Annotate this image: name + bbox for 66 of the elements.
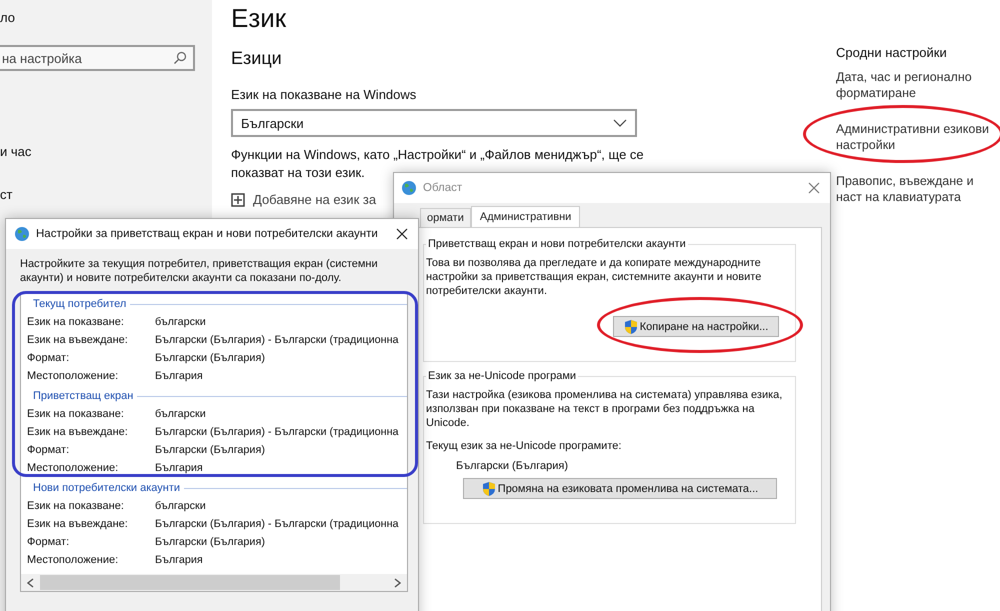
current-language-value: Български (България) [456, 460, 569, 472]
section-title: Езици [231, 48, 283, 69]
setting-label: Език на показване: [27, 408, 125, 420]
close-icon[interactable] [396, 228, 408, 240]
description-text: Тази настройка (езикова променлива на системата) управлява езика, използван при показване на текст в програми без поддръжка на Unicode. [426, 388, 784, 430]
globe-icon [401, 180, 417, 196]
setting-value: Български (България) - Български (традиционна [155, 334, 399, 346]
setting-label: Формат: [27, 444, 70, 456]
related-link[interactable]: Административни езикови настройки [836, 121, 1000, 153]
chevron-right-icon[interactable] [394, 578, 401, 588]
setting-label: Език на показване: [27, 500, 125, 512]
horizontal-scrollbar[interactable] [21, 574, 407, 591]
shield-icon [482, 480, 496, 496]
shield-icon [624, 318, 638, 334]
setting-value: български [155, 316, 206, 328]
related-link[interactable]: Дата, час и регионално форматиране [836, 69, 1000, 101]
tab[interactable]: Административни [470, 206, 580, 227]
chevron-left-icon[interactable] [27, 578, 34, 588]
scrollbar-thumb[interactable] [40, 575, 340, 590]
window-title: Настройки за приветстващ екран и нови потребителски акаунти [36, 228, 379, 240]
field-label: Език на показване на Windows [231, 87, 418, 102]
setting-value: България [155, 554, 203, 566]
setting-label: Формат: [27, 352, 70, 364]
related-link[interactable]: Правопис, въвеждане и наст на клавиатурата [836, 173, 1000, 205]
setting-label: Местоположение: [27, 462, 120, 474]
plus-icon [231, 192, 245, 206]
setting-value: Български (България) [155, 444, 265, 456]
setting-value: България [155, 370, 203, 382]
setting-value: български [155, 408, 206, 420]
globe-icon [14, 226, 30, 242]
setting-label: Език на показване: [27, 316, 125, 328]
setting-label: Език на въвеждане: [27, 426, 129, 438]
description-text: Функции на Windows, като „Настройки“ и „Файлов мениджър“, ще се показват на този език. [231, 146, 645, 182]
current-language-label: Текущ език за не-Unicode програмите: [426, 440, 622, 452]
sidebar-item[interactable]: ст [0, 187, 212, 202]
setting-value: Български (България) - Български (традиционна [155, 518, 399, 530]
tab[interactable]: ормати [420, 208, 471, 227]
setting-label: Местоположение: [27, 554, 120, 566]
sidebar-item[interactable]: и час [0, 144, 212, 159]
setting-label: Език на въвеждане: [27, 518, 129, 530]
add-language-link[interactable]: Добавяне на език за [253, 192, 376, 207]
setting-value: Български (България) [155, 352, 265, 364]
intro-text: Настройките за текущия потребител, приветстващия екран (системни акаунти) и новите потребителски акаунти са показани по-долу. [20, 258, 379, 285]
description-text: Това ви позволява да прегледате и да копирате международните настройки за приветстващия екран, системните акаунти и новите потребителски акаунти. [426, 256, 762, 298]
setting-value: Български (България) [155, 536, 265, 548]
group-title: Език за не-Unicode програми [427, 370, 578, 382]
related-settings-heading: Сродни настройки [836, 45, 948, 60]
window-title: Област [423, 182, 464, 194]
section-heading: Текущ потребител [33, 298, 126, 310]
setting-value: Български (България) - Български (традиционна [155, 426, 399, 438]
group-title: Приветстващ екран и нови потребителски акаунти [427, 238, 687, 250]
chevron-down-icon [613, 119, 627, 127]
page-title: Език [231, 3, 288, 34]
setting-value: България [155, 462, 203, 474]
language-dropdown[interactable]: Български [231, 109, 637, 137]
setting-label: Местоположение: [27, 370, 120, 382]
setting-label: Формат: [27, 536, 70, 548]
setting-label: Език на въвеждане: [27, 334, 129, 346]
setting-value: български [155, 500, 206, 512]
section-heading: Нови потребителски акаунти [33, 482, 180, 494]
copy-settings-button[interactable]: Копиране на настройки... [613, 316, 779, 337]
section-heading: Приветстващ екран [33, 390, 134, 402]
search-field[interactable]: на настройка [0, 45, 195, 71]
sidebar-item[interactable]: ло [0, 10, 212, 25]
change-locale-button[interactable]: Промяна на езиковата променлива на системата... [463, 478, 777, 499]
search-icon [173, 51, 187, 65]
